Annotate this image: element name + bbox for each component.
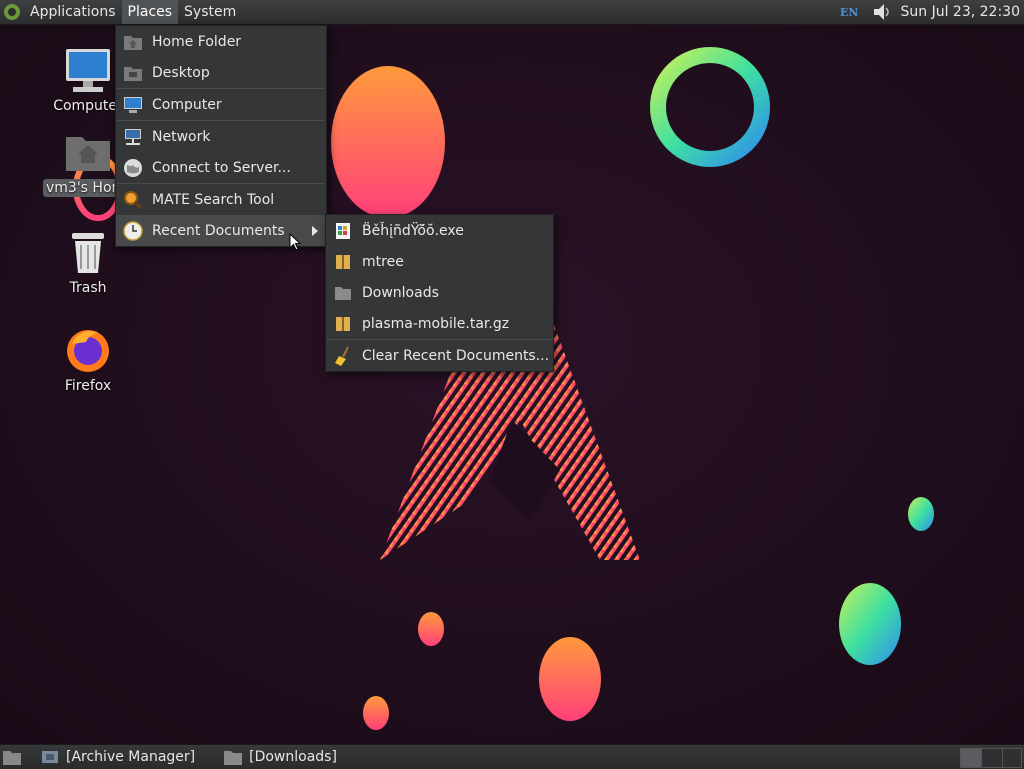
clear-recent-documents[interactable]: Clear Recent Documents... (326, 340, 553, 371)
places-menu[interactable]: Places (121, 0, 179, 24)
system-menu[interactable]: System (178, 0, 242, 24)
archive-manager-icon (42, 751, 58, 763)
volume-icon[interactable] (871, 2, 893, 22)
desktop-icon-label: Firefox (64, 378, 112, 394)
desktop-icon-firefox[interactable]: Firefox (43, 324, 133, 394)
show-desktop-icon (3, 751, 21, 765)
menu-item-home-folder[interactable]: Home Folder (116, 26, 326, 57)
firefox-icon (62, 324, 114, 376)
mouse-cursor-icon (289, 233, 301, 251)
desktop-folder-icon (122, 62, 144, 84)
network-icon (122, 126, 144, 148)
folder-icon (224, 751, 243, 765)
recent-item-plasma-mobile[interactable]: plasma-mobile.tar.gz (326, 308, 553, 339)
search-icon (122, 189, 144, 211)
desktop-icon-label: Trash (69, 280, 107, 296)
bottom-panel: [Archive Manager] [Downloads] (0, 744, 1024, 769)
recent-documents-submenu: B̈ěȟįñdŸö̆ŏ.exe mtree Downloads plasma-m… (325, 214, 554, 372)
workspace-3[interactable] (1002, 748, 1022, 768)
recent-item-mtree[interactable]: mtree (326, 246, 553, 277)
folder-icon (332, 282, 354, 304)
recent-item-downloads[interactable]: Downloads (326, 277, 553, 308)
trash-icon (62, 226, 114, 278)
menu-item-computer[interactable]: Computer (116, 89, 326, 120)
computer-icon (122, 94, 144, 116)
menu-item-connect-to-server[interactable]: Connect to Server... (116, 152, 326, 183)
globe-icon (122, 157, 144, 179)
clock[interactable]: Sun Jul 23, 22:30 (901, 4, 1021, 20)
places-dropdown: Home Folder Desktop Computer Network Con… (115, 25, 327, 247)
clock-icon (122, 220, 144, 242)
recent-item-exe[interactable]: B̈ěȟįñdŸö̆ŏ.exe (326, 215, 553, 246)
workspace-2[interactable] (981, 748, 1003, 768)
top-panel: Applications Places System EN Sun Jul 23… (0, 0, 1024, 25)
workspace-1[interactable] (960, 748, 982, 768)
menu-item-network[interactable]: Network (116, 121, 326, 152)
submenu-arrow-icon (312, 226, 318, 236)
archive-file-icon (332, 313, 354, 335)
menu-item-mate-search-tool[interactable]: MATE Search Tool (116, 184, 326, 215)
keyboard-layout-indicator[interactable]: EN (840, 6, 858, 19)
taskbar-item-downloads[interactable]: [Downloads] (217, 745, 343, 769)
archive-file-icon (332, 251, 354, 273)
computer-icon (62, 44, 114, 96)
exe-file-icon (332, 220, 354, 242)
taskbar-item-archive-manager[interactable]: [Archive Manager] (34, 745, 201, 769)
home-folder-icon (62, 125, 114, 177)
menu-item-desktop[interactable]: Desktop (116, 57, 326, 88)
show-desktop-button[interactable] (0, 745, 34, 769)
home-folder-icon (122, 31, 144, 53)
mate-logo-icon[interactable] (0, 0, 24, 24)
broom-icon (332, 345, 354, 367)
applications-menu[interactable]: Applications (24, 0, 122, 24)
